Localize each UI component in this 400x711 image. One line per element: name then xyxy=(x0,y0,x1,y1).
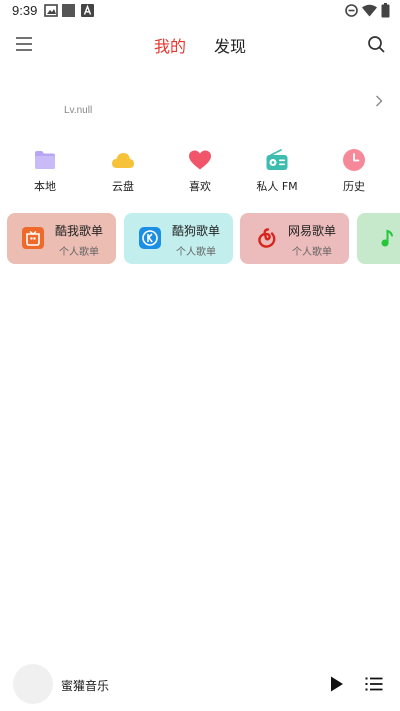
nav-private-fm[interactable]: 私人 FM xyxy=(242,148,312,196)
album-art[interactable] xyxy=(13,664,53,704)
playlist-card-subtitle: 个人歌单 xyxy=(292,247,332,258)
battery-icon xyxy=(381,3,390,18)
playlist-card-qq[interactable] xyxy=(357,213,400,264)
do-not-disturb-icon xyxy=(345,4,358,17)
status-bar: 9:39 xyxy=(0,0,400,22)
tab-discover[interactable]: 发现 xyxy=(214,33,246,57)
player-title: 蜜獾音乐 xyxy=(61,679,110,693)
clock-icon xyxy=(343,149,365,171)
nav-cloud[interactable]: 云盘 xyxy=(88,148,158,196)
playlist-card-netease[interactable]: 网易歌单 个人歌单 xyxy=(240,213,349,264)
top-bar: 我的 发现 xyxy=(0,24,400,64)
queue-button[interactable] xyxy=(364,674,384,694)
playlist-card-kuwo[interactable]: 酷我歌单 个人歌单 xyxy=(7,213,116,264)
playlist-card-title: 网易歌单 xyxy=(288,224,337,238)
play-icon xyxy=(331,676,343,692)
playlist-cards: 酷我歌单 个人歌单 酷狗歌单 个人歌单 网易歌单 个人歌单 xyxy=(0,213,400,265)
playlist-card-subtitle: 个人歌单 xyxy=(176,247,216,258)
cloud-icon xyxy=(112,153,134,168)
profile-row[interactable]: Lv.null xyxy=(0,80,400,126)
search-button[interactable] xyxy=(364,32,388,56)
nav-favorites-label: 喜欢 xyxy=(189,180,211,193)
playlist-card-title: 酷我歌单 xyxy=(55,224,104,238)
user-level: Lv.null xyxy=(64,105,93,116)
kugou-icon xyxy=(139,227,161,249)
tab-mine[interactable]: 我的 xyxy=(154,33,186,57)
qq-music-icon xyxy=(381,229,393,247)
nav-local[interactable]: 本地 xyxy=(10,148,80,196)
playlist-card-kugou[interactable]: 酷狗歌单 个人歌单 xyxy=(124,213,233,264)
quick-nav: 本地 云盘 喜欢 私人 FM 历史 xyxy=(0,148,400,198)
nav-favorites[interactable]: 喜欢 xyxy=(165,148,235,196)
nav-cloud-label: 云盘 xyxy=(112,180,134,193)
play-button[interactable] xyxy=(326,674,346,694)
search-icon xyxy=(368,36,385,53)
status-time: 9:39 xyxy=(12,3,38,18)
radio-icon xyxy=(266,149,288,170)
nav-history-label: 历史 xyxy=(343,180,365,193)
menu-icon xyxy=(16,37,32,51)
heart-icon xyxy=(189,150,211,170)
mini-player[interactable]: 蜜獾音乐 xyxy=(0,660,400,711)
nav-local-label: 本地 xyxy=(34,180,56,193)
playlist-card-title: 酷狗歌单 xyxy=(172,224,221,238)
nav-history[interactable]: 历史 xyxy=(319,148,389,196)
wifi-icon xyxy=(362,4,377,17)
menu-button[interactable] xyxy=(12,32,36,56)
nav-private-fm-label: 私人 FM xyxy=(256,180,298,193)
playlist-card-subtitle: 个人歌单 xyxy=(59,247,99,258)
kuwo-icon xyxy=(22,227,44,249)
chevron-right-icon xyxy=(376,95,383,107)
netease-icon xyxy=(258,228,276,248)
gallery-icon xyxy=(44,4,58,17)
a-badge-icon xyxy=(81,4,94,17)
square-icon xyxy=(62,4,75,17)
folder-icon xyxy=(35,151,55,169)
playlist-icon xyxy=(365,677,383,691)
